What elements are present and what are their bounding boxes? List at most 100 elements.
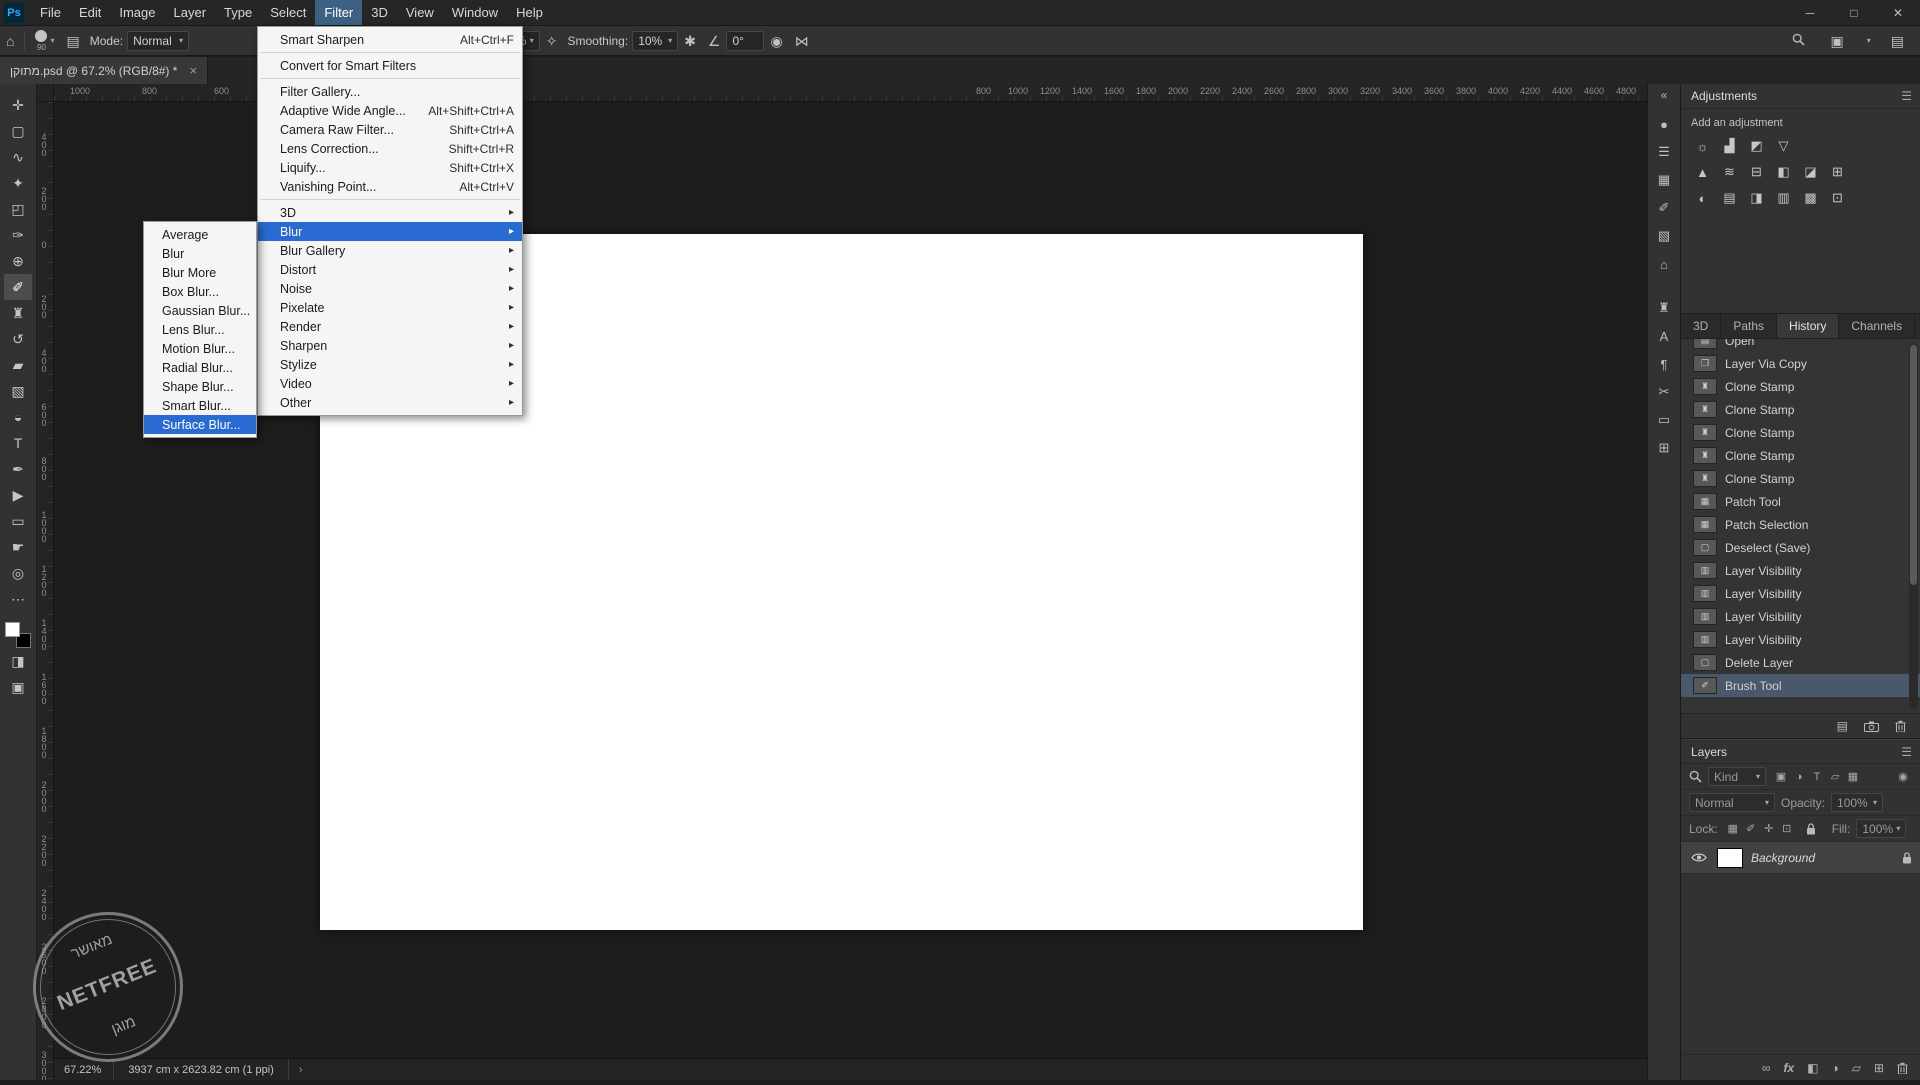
new-document-from-state-icon[interactable]: ▤	[1837, 719, 1848, 733]
delete-layer-icon[interactable]	[1897, 1062, 1908, 1074]
blur-submenu-item-average[interactable]: Average	[144, 225, 256, 244]
blur-submenu-item-shape-blur[interactable]: Shape Blur...	[144, 377, 256, 396]
filter-menu-item-other[interactable]: Other▸	[258, 393, 522, 412]
clone-source-panel-icon[interactable]: ♜	[1652, 297, 1676, 319]
toggle-brush-settings-icon[interactable]: ▤	[66, 34, 79, 48]
blur-tool[interactable]: ◒	[4, 404, 32, 430]
filter-menu-item-filter-gallery[interactable]: Filter Gallery...	[258, 82, 522, 101]
filter-menu-item-pixelate[interactable]: Pixelate▸	[258, 298, 522, 317]
menu-select[interactable]: Select	[261, 0, 315, 25]
panel-menu-icon[interactable]: ☰	[1901, 89, 1912, 103]
curves-icon[interactable]: ◩	[1743, 135, 1770, 157]
menu-file[interactable]: File	[31, 0, 70, 25]
filter-menu-item-render[interactable]: Render▸	[258, 317, 522, 336]
status-chevron-icon[interactable]: ›	[299, 1064, 303, 1076]
paint-symmetry-icon[interactable]: ⋈	[795, 34, 809, 48]
filter-menu-item-distort[interactable]: Distort▸	[258, 260, 522, 279]
blur-submenu-item-gaussian-blur[interactable]: Gaussian Blur...	[144, 301, 256, 320]
filter-menu-item-sharpen[interactable]: Sharpen▸	[258, 336, 522, 355]
layer-effects-icon[interactable]: fx	[1783, 1061, 1794, 1075]
lock-transparency-icon[interactable]: ▦	[1724, 820, 1742, 838]
tab-close-icon[interactable]: ×	[189, 63, 197, 78]
menu-image[interactable]: Image	[110, 0, 164, 25]
color-panel-icon[interactable]: ●	[1652, 113, 1676, 135]
healing-brush-tool[interactable]: ⊕	[4, 248, 32, 274]
filter-pixel-layers-icon[interactable]: ▣	[1772, 768, 1790, 786]
menu-layer[interactable]: Layer	[165, 0, 216, 25]
history-state-layer-via-copy[interactable]: ❐Layer Via Copy	[1681, 352, 1920, 375]
path-selection-tool[interactable]: ▶	[4, 482, 32, 508]
scrollbar-thumb[interactable]	[1910, 345, 1917, 585]
menu-window[interactable]: Window	[443, 0, 507, 25]
clone-stamp-tool[interactable]: ♜	[4, 300, 32, 326]
brightness-contrast-icon[interactable]: ☼	[1689, 135, 1716, 157]
channel-mixer-icon[interactable]: ⊞	[1824, 161, 1851, 183]
document-size-field[interactable]: 3937 cm x 2623.82 cm (1 ppi)	[113, 1059, 289, 1080]
new-group-icon[interactable]: ▱	[1852, 1061, 1861, 1075]
search-icon[interactable]	[1792, 33, 1805, 48]
navigator-panel-icon[interactable]: ⊞	[1652, 437, 1676, 459]
zoom-level[interactable]: 67.22%	[64, 1064, 101, 1076]
photo-filter-icon[interactable]: ◪	[1797, 161, 1824, 183]
invert-icon[interactable]: ◐	[1689, 187, 1716, 209]
maximize-button[interactable]: □	[1832, 0, 1876, 26]
hue-saturation-icon[interactable]: ≋	[1716, 161, 1743, 183]
annotations-panel-icon[interactable]: ✂	[1652, 381, 1676, 403]
opacity-select[interactable]: 100% ▾	[1831, 793, 1883, 812]
chevron-down-icon[interactable]: ▾	[1867, 36, 1871, 45]
menu-edit[interactable]: Edit	[70, 0, 110, 25]
layer-mask-icon[interactable]: ◧	[1807, 1061, 1818, 1075]
document-tab[interactable]: מתוקן.psd @ 67.2% (RGB/8#) * ×	[0, 57, 208, 84]
brush-angle-input[interactable]: 0°	[726, 31, 764, 51]
filter-menu-item-convert-for-smart-filters[interactable]: Convert for Smart Filters	[258, 56, 522, 75]
layer-visibility-eye-icon[interactable]	[1689, 852, 1709, 863]
history-state-clone-stamp[interactable]: ♜Clone Stamp	[1681, 398, 1920, 421]
tab-channels[interactable]: Channels	[1839, 314, 1915, 338]
blur-submenu-item-blur[interactable]: Blur	[144, 244, 256, 263]
gradients-panel-icon[interactable]: ▧	[1652, 225, 1676, 247]
menu-help[interactable]: Help	[507, 0, 552, 25]
blur-submenu-item-radial-blur[interactable]: Radial Blur...	[144, 358, 256, 377]
link-layers-icon[interactable]: ∞	[1762, 1061, 1771, 1075]
history-state-layer-visibility[interactable]: ▥Layer Visibility	[1681, 605, 1920, 628]
filter-toggle-icon[interactable]: ◉	[1894, 768, 1912, 786]
filter-menu-item-blur[interactable]: Blur▸	[258, 222, 522, 241]
color-lookup-icon[interactable]: ⊡	[1824, 187, 1851, 209]
black-white-icon[interactable]: ◧	[1770, 161, 1797, 183]
filter-adjustment-layers-icon[interactable]: ◑	[1790, 768, 1808, 786]
blur-submenu-item-lens-blur[interactable]: Lens Blur...	[144, 320, 256, 339]
menu-3d[interactable]: 3D	[362, 0, 397, 25]
filter-menu-item-liquify[interactable]: Liquify...Shift+Ctrl+X	[258, 158, 522, 177]
menu-view[interactable]: View	[397, 0, 443, 25]
lasso-tool[interactable]: ∿	[4, 144, 32, 170]
history-state-layer-visibility[interactable]: ▥Layer Visibility	[1681, 582, 1920, 605]
history-state-clone-stamp[interactable]: ♜Clone Stamp	[1681, 467, 1920, 490]
lock-all-icon[interactable]	[1802, 820, 1820, 838]
menu-type[interactable]: Type	[215, 0, 261, 25]
fill-select[interactable]: 100% ▾	[1856, 819, 1906, 838]
vertical-ruler[interactable]: 4002000200400600800100012001400160018002…	[37, 102, 54, 1080]
filter-menu-item-3d[interactable]: 3D▸	[258, 203, 522, 222]
filter-menu-item-blur-gallery[interactable]: Blur Gallery▸	[258, 241, 522, 260]
history-state-clone-stamp[interactable]: ♜Clone Stamp	[1681, 375, 1920, 398]
smoothing-select[interactable]: 10% ▾	[632, 31, 678, 51]
filter-menu-item-adaptive-wide-angle[interactable]: Adaptive Wide Angle...Alt+Shift+Ctrl+A	[258, 101, 522, 120]
libraries-panel-icon[interactable]: ⌂	[1652, 253, 1676, 275]
filter-smart-objects-icon[interactable]: ▦	[1844, 768, 1862, 786]
layer-blend-mode-select[interactable]: Normal ▾	[1689, 793, 1775, 812]
filter-type-layers-icon[interactable]: T	[1808, 768, 1826, 786]
posterize-icon[interactable]: ▤	[1716, 187, 1743, 209]
tab-history[interactable]: History	[1777, 314, 1839, 338]
quick-mask-button[interactable]: ◨	[4, 648, 32, 674]
blur-submenu-item-smart-blur[interactable]: Smart Blur...	[144, 396, 256, 415]
type-tool[interactable]: T	[4, 430, 32, 456]
levels-icon[interactable]: ▟	[1716, 135, 1743, 157]
layer-row-background[interactable]: Background	[1681, 842, 1920, 874]
brush-settings-panel-icon[interactable]: ✐	[1652, 197, 1676, 219]
collapse-panels-icon[interactable]: «	[1661, 88, 1668, 102]
filter-menu-item-noise[interactable]: Noise▸	[258, 279, 522, 298]
history-state-deselect-save[interactable]: ▢Deselect (Save)	[1681, 536, 1920, 559]
history-state-patch-tool[interactable]: ▦Patch Tool	[1681, 490, 1920, 513]
panel-menu-icon[interactable]: ☰	[1901, 745, 1912, 759]
blend-mode-select[interactable]: Normal ▾	[127, 31, 189, 51]
